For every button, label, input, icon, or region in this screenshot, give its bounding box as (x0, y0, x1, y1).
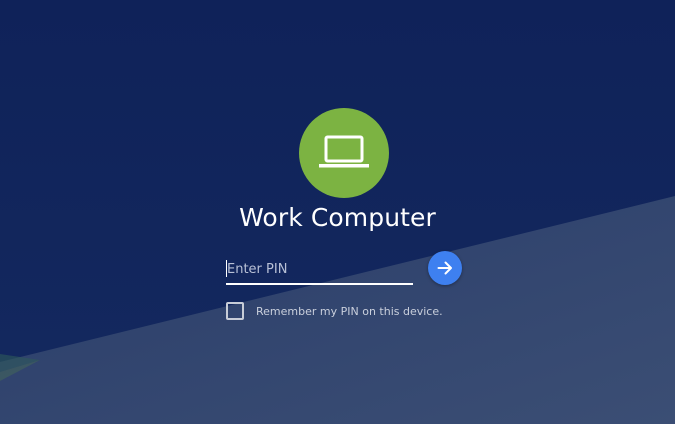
pin-input[interactable] (226, 256, 414, 282)
laptop-icon (319, 135, 369, 168)
submit-pin-button[interactable] (428, 251, 462, 285)
pin-field[interactable] (226, 256, 414, 285)
remember-pin-checkbox[interactable] (226, 302, 244, 320)
remember-pin-label: Remember my PIN on this device. (256, 304, 443, 318)
user-avatar (299, 108, 389, 198)
text-caret (226, 260, 227, 277)
arrow-right-icon (437, 261, 452, 275)
remember-pin-option[interactable]: Remember my PIN on this device. (226, 302, 443, 320)
account-name: Work Computer (239, 203, 436, 232)
